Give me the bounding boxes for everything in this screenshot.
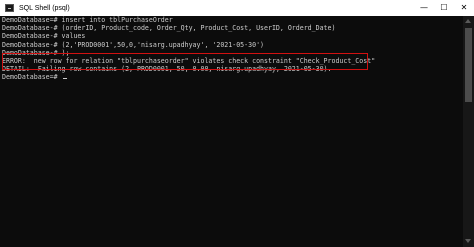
- scroll-up-arrow-icon[interactable]: [465, 19, 471, 23]
- prompt-text: DemoDatabase=#: [2, 73, 62, 82]
- minimize-button[interactable]: —: [414, 0, 434, 16]
- terminal-line: DemoDatabase-# values: [2, 32, 86, 41]
- scroll-down-arrow-icon[interactable]: [465, 239, 471, 243]
- close-button[interactable]: ✕: [454, 0, 474, 16]
- text-cursor: [62, 78, 67, 80]
- window-title: SQL Shell (psql): [19, 4, 70, 12]
- sql-shell-window: SQL Shell (psql) — ☐ ✕ DemoDatabase=# in…: [0, 0, 474, 247]
- window-controls: — ☐ ✕: [414, 0, 474, 16]
- prompt-line[interactable]: DemoDatabase=#: [2, 73, 462, 81]
- terminal-output[interactable]: DemoDatabase=# insert into tblPurchaseOr…: [2, 16, 462, 247]
- terminal-line: DemoDatabase=# insert into tblPurchaseOr…: [2, 16, 173, 24]
- scrollbar-thumb[interactable]: [465, 28, 472, 102]
- title-bar[interactable]: SQL Shell (psql) — ☐ ✕: [0, 0, 474, 16]
- terminal-line: DemoDatabase-# (2,'PROD0001',50,0,'nisar…: [2, 40, 265, 49]
- terminal-line: DemoDatabase-# (orderID, Product_code, O…: [2, 24, 336, 33]
- error-highlight-box: [2, 53, 368, 70]
- terminal-icon: [5, 4, 14, 12]
- maximize-button[interactable]: ☐: [434, 0, 454, 16]
